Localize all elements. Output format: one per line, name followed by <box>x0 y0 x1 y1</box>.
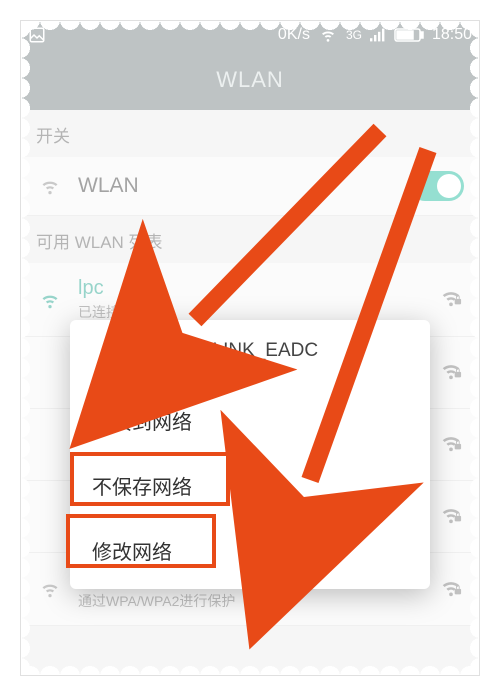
popup-title: TP-LINK_EADC <box>70 320 430 388</box>
phone-screen: 0K/s 3G 18:50 WLAN 开关 WLAN 可用 WLAN 列表 lp… <box>20 20 480 676</box>
popup-option-connect[interactable]: 连接到网络 <box>70 388 430 453</box>
popup-option-forget[interactable]: 不保存网络 <box>70 453 430 518</box>
popup-option-modify[interactable]: 修改网络 <box>70 518 430 583</box>
network-options-popup: TP-LINK_EADC 连接到网络 不保存网络 修改网络 <box>70 320 430 589</box>
